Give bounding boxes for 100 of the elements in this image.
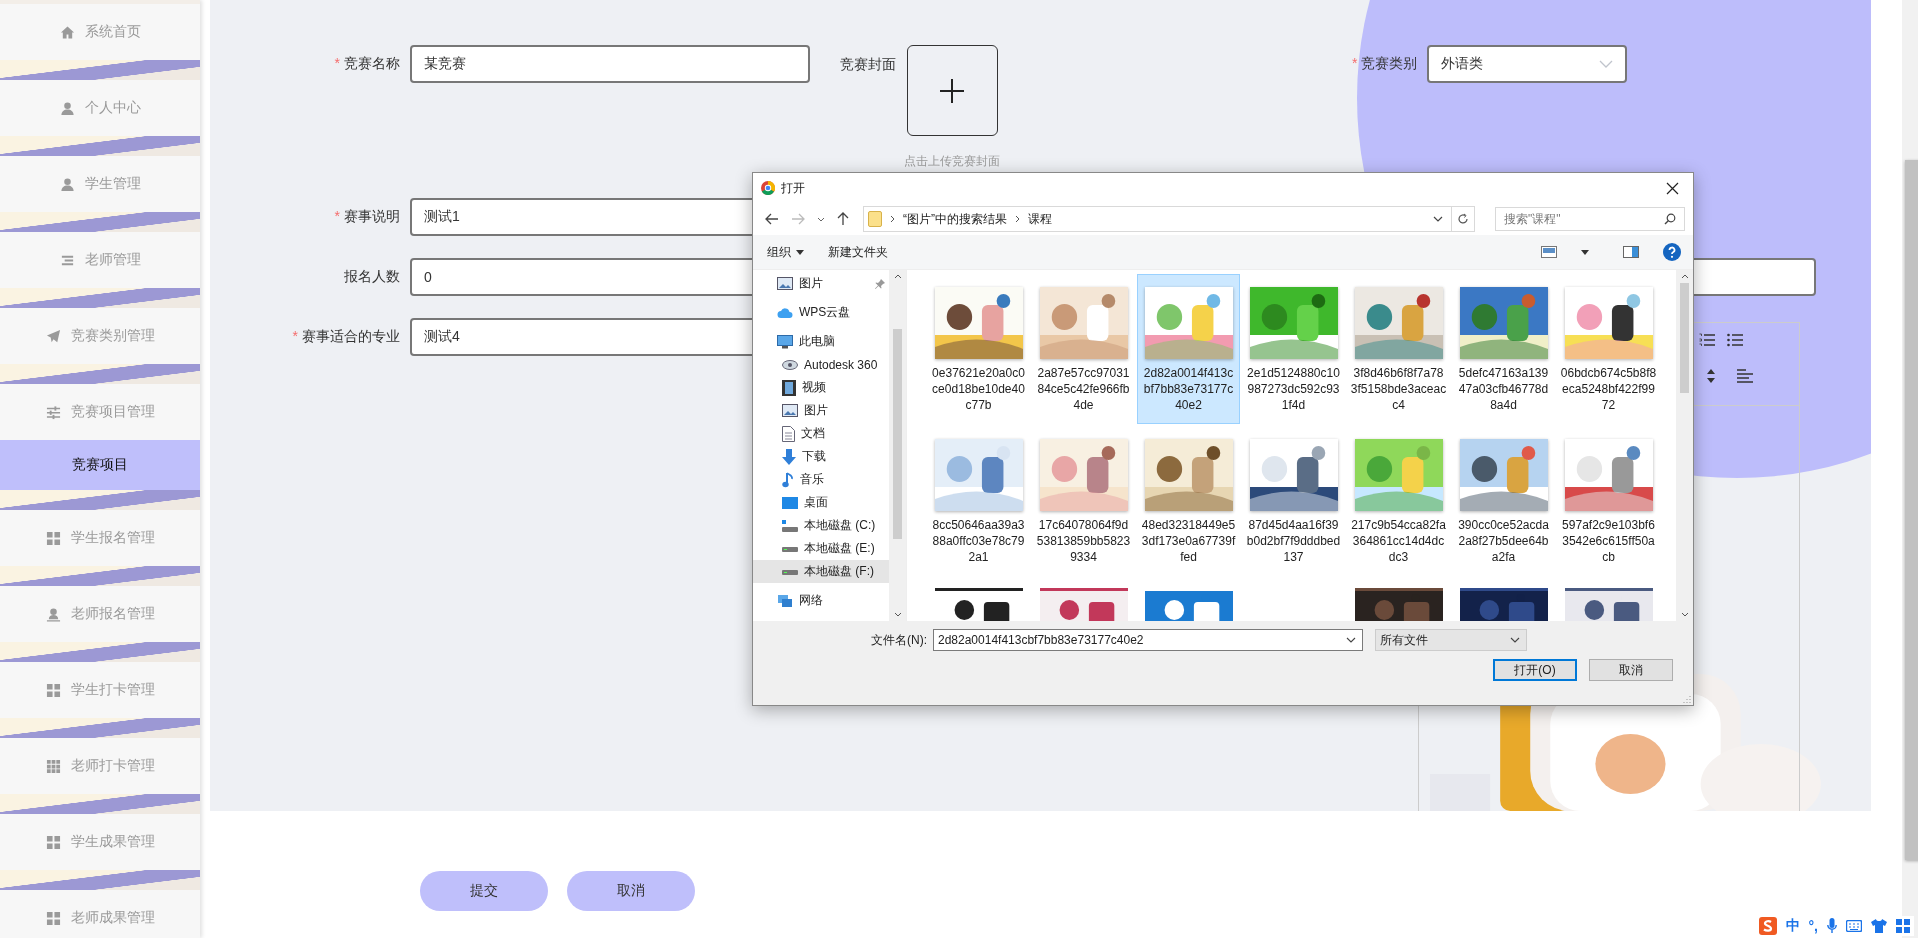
resize-grip-icon[interactable]	[1683, 695, 1691, 703]
line-height-icon[interactable]	[1707, 369, 1715, 383]
user-icon	[59, 176, 75, 192]
new-folder-button[interactable]: 新建文件夹	[828, 243, 888, 261]
scroll-down-icon[interactable]	[1680, 612, 1689, 617]
microphone-icon[interactable]	[1827, 918, 1837, 934]
help-icon[interactable]	[1663, 243, 1681, 261]
search-icon	[1664, 213, 1676, 225]
folder-tree-item[interactable]: 此电脑	[753, 330, 889, 353]
folder-tree-item[interactable]: 图片	[753, 272, 889, 295]
file-item[interactable]: 217c9b54cca82fa364861cc14d4dcdc3	[1347, 426, 1450, 576]
cancel-button[interactable]: 取消	[1589, 659, 1673, 681]
bullet-list-icon[interactable]	[1727, 333, 1743, 347]
folder-tree-item[interactable]: 本地磁盘 (F:)	[753, 560, 889, 583]
sidebar-subitem[interactable]: 竞赛项目	[0, 440, 200, 490]
home-icon	[59, 24, 75, 40]
search-field[interactable]: 搜索"课程"	[1495, 207, 1685, 231]
grid-icon	[45, 910, 61, 926]
folder-tree-item[interactable]: 下载	[753, 445, 889, 468]
pin-icon[interactable]	[875, 278, 885, 289]
folder-tree-item[interactable]: 本地磁盘 (E:)	[753, 537, 889, 560]
breadcrumb[interactable]: 课程	[1028, 210, 1052, 228]
back-arrow-icon[interactable]	[765, 213, 779, 225]
drive-icon	[782, 519, 798, 532]
scroll-thumb[interactable]	[893, 329, 902, 539]
file-item[interactable]: 8cc50646aa39a388a0ffc03e78c792a1	[927, 426, 1030, 576]
view-icon[interactable]	[1541, 246, 1557, 258]
scrollbar[interactable]	[889, 270, 906, 621]
upload-hint: 点击上传竞赛封面	[904, 153, 1000, 170]
ime-punctuation[interactable]: °,	[1808, 918, 1818, 934]
folder-tree-item[interactable]: 视频	[753, 376, 889, 399]
upload-box[interactable]	[906, 45, 998, 136]
drive-icon	[782, 567, 798, 576]
computer-icon	[777, 334, 793, 349]
file-item[interactable]: 17c64078064f9d53813859bb58239334	[1032, 426, 1135, 576]
folder-tree-item[interactable]: Autodesk 360	[753, 353, 889, 376]
caret-icon[interactable]	[1581, 249, 1589, 255]
address-bar[interactable]: “图片”中的搜索结果 课程	[863, 206, 1475, 232]
refresh-icon[interactable]	[1457, 213, 1469, 225]
folder-tree-item[interactable]: 音乐	[753, 468, 889, 491]
user-icon	[45, 606, 61, 622]
file-item[interactable]: 597af2c9e103bf63542e6c615ff50acb	[1557, 426, 1660, 576]
caret-icon	[796, 249, 804, 255]
file-item[interactable]: 87d45d4aa16f39b0d2bf7f9dddbed137	[1242, 426, 1345, 576]
shirt-icon[interactable]	[1871, 919, 1887, 933]
plus-icon	[939, 77, 965, 104]
field-label: * 赛事说明	[333, 208, 401, 226]
preview-pane-icon[interactable]	[1623, 246, 1639, 258]
scroll-down-icon[interactable]	[893, 612, 902, 617]
field-label: * 竞赛名称	[333, 55, 401, 73]
chevron-down-icon[interactable]	[817, 216, 825, 222]
chevron-down-icon[interactable]	[1433, 216, 1443, 222]
close-icon[interactable]	[1666, 181, 1679, 195]
folder-icon	[868, 211, 882, 227]
network-icon	[777, 593, 793, 608]
paper-plane-icon	[45, 328, 61, 344]
folder-tree-item[interactable]: 网络	[753, 589, 889, 612]
chevron-down-icon	[1510, 637, 1520, 643]
picture-icon	[777, 277, 793, 290]
file-item[interactable]: 48ed32318449e53df173e0a67739ffed	[1137, 426, 1240, 576]
file-item[interactable]: 2e1d5124880c10987273dc592c931f4d	[1242, 274, 1345, 424]
scrollbar[interactable]	[1902, 0, 1918, 938]
scroll-thumb[interactable]	[1680, 283, 1689, 393]
chevron-down-icon	[1346, 637, 1356, 643]
folder-tree-item[interactable]: 本地磁盘 (C:)	[753, 514, 889, 537]
file-item[interactable]: 06bdcb674c5b8f8eca5248bf422f9972	[1557, 274, 1660, 424]
up-arrow-icon[interactable]	[837, 212, 849, 226]
file-item[interactable]: 3f8d46b6f8f7a783f5158bde3aceacc4	[1347, 274, 1450, 424]
category-select[interactable]: 外语类	[1427, 45, 1628, 83]
text-field[interactable]: 某竞赛	[410, 45, 810, 83]
ime-mode[interactable]: 中	[1785, 917, 1800, 935]
folder-tree-item[interactable]: 桌面	[753, 491, 889, 514]
file-name-label: 文件名(N):	[871, 631, 927, 649]
scroll-up-icon[interactable]	[1680, 274, 1689, 279]
round-logo-icon	[761, 181, 775, 195]
breadcrumb[interactable]: “图片”中的搜索结果	[903, 210, 1007, 228]
align-left-icon[interactable]	[1737, 369, 1753, 383]
file-item[interactable]: 2d82a0014f413cbf7bb83e73177c40e2	[1137, 274, 1240, 424]
desktop-icon	[782, 496, 798, 509]
submit-button[interactable]: 提交	[420, 871, 548, 911]
cancel-button[interactable]: 取消	[567, 871, 695, 911]
keyboard-icon[interactable]	[1846, 920, 1862, 932]
numbered-list-icon[interactable]	[1699, 333, 1715, 347]
organize-menu[interactable]: 组织	[767, 243, 804, 261]
scrollbar[interactable]	[1676, 270, 1693, 621]
chevron-right-icon	[890, 215, 895, 223]
file-type-select[interactable]: 所有文件	[1375, 629, 1527, 651]
grid-icon	[45, 834, 61, 850]
user-icon	[59, 100, 75, 116]
ime-logo-icon[interactable]	[1758, 917, 1777, 935]
drive-icon	[782, 544, 798, 553]
open-button[interactable]: 打开(O)	[1493, 659, 1577, 681]
file-name-field[interactable]: 2d82a0014f413cbf7bb83e73177c40e2	[933, 629, 1363, 651]
scroll-up-icon[interactable]	[893, 274, 902, 279]
grid-icon[interactable]	[1896, 919, 1910, 933]
folder-tree-item[interactable]: 文档	[753, 422, 889, 445]
folder-tree-item[interactable]: 图片	[753, 399, 889, 422]
file-item[interactable]: 390cc0ce52acda2a8f27b5dee64ba2fa	[1452, 426, 1555, 576]
chevron-right-icon	[1015, 215, 1020, 223]
file-item[interactable]: 5defc47163a13947a03cfb46778d8a4d	[1452, 274, 1555, 424]
